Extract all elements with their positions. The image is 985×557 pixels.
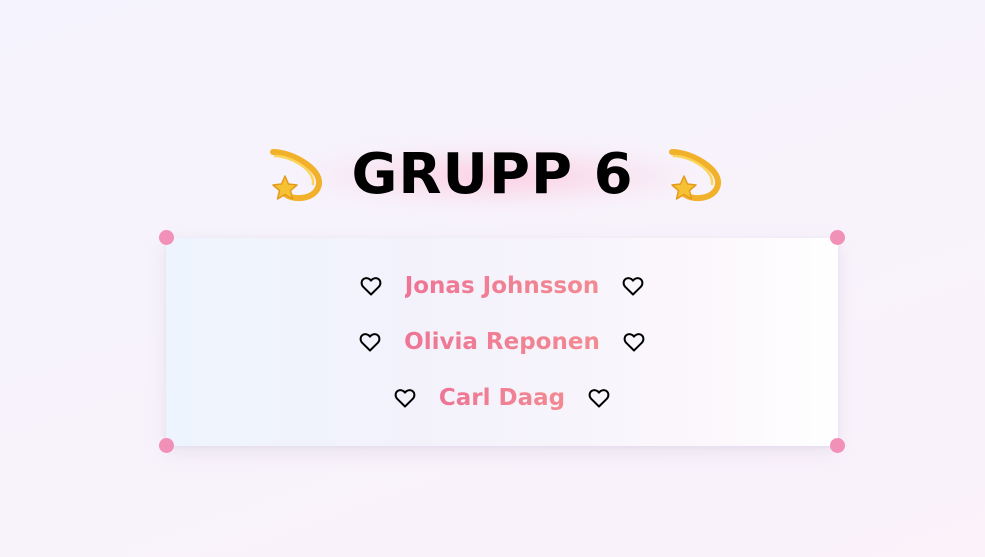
corner-dot-top-right [830, 230, 845, 245]
member-name: Jonas Johnsson [404, 273, 600, 299]
heart-outline-icon [360, 277, 382, 296]
heart-outline-icon [588, 389, 610, 408]
title-section: GRUPP 6 [0, 128, 985, 220]
corner-dot-bottom-left [159, 438, 174, 453]
page-title: GRUPP 6 [351, 141, 634, 207]
heart-outline-icon [394, 389, 416, 408]
member-row: Jonas Johnsson [359, 258, 646, 314]
member-row: Olivia Reponen [358, 314, 646, 370]
title-row: GRUPP 6 [261, 142, 723, 207]
members-list: Jonas Johnsson Olivia Reponen Carl Daag [166, 258, 838, 426]
corner-dot-top-left [159, 230, 174, 245]
corner-dot-bottom-right [830, 438, 845, 453]
heart-outline-icon [622, 277, 644, 296]
member-name: Olivia Reponen [404, 329, 600, 355]
member-row: Carl Daag [393, 370, 611, 426]
dizzy-star-icon [668, 149, 721, 202]
dizzy-star-icon [270, 149, 323, 202]
heart-outline-icon [359, 333, 381, 352]
member-name: Carl Daag [438, 385, 566, 411]
heart-outline-icon [623, 333, 645, 352]
